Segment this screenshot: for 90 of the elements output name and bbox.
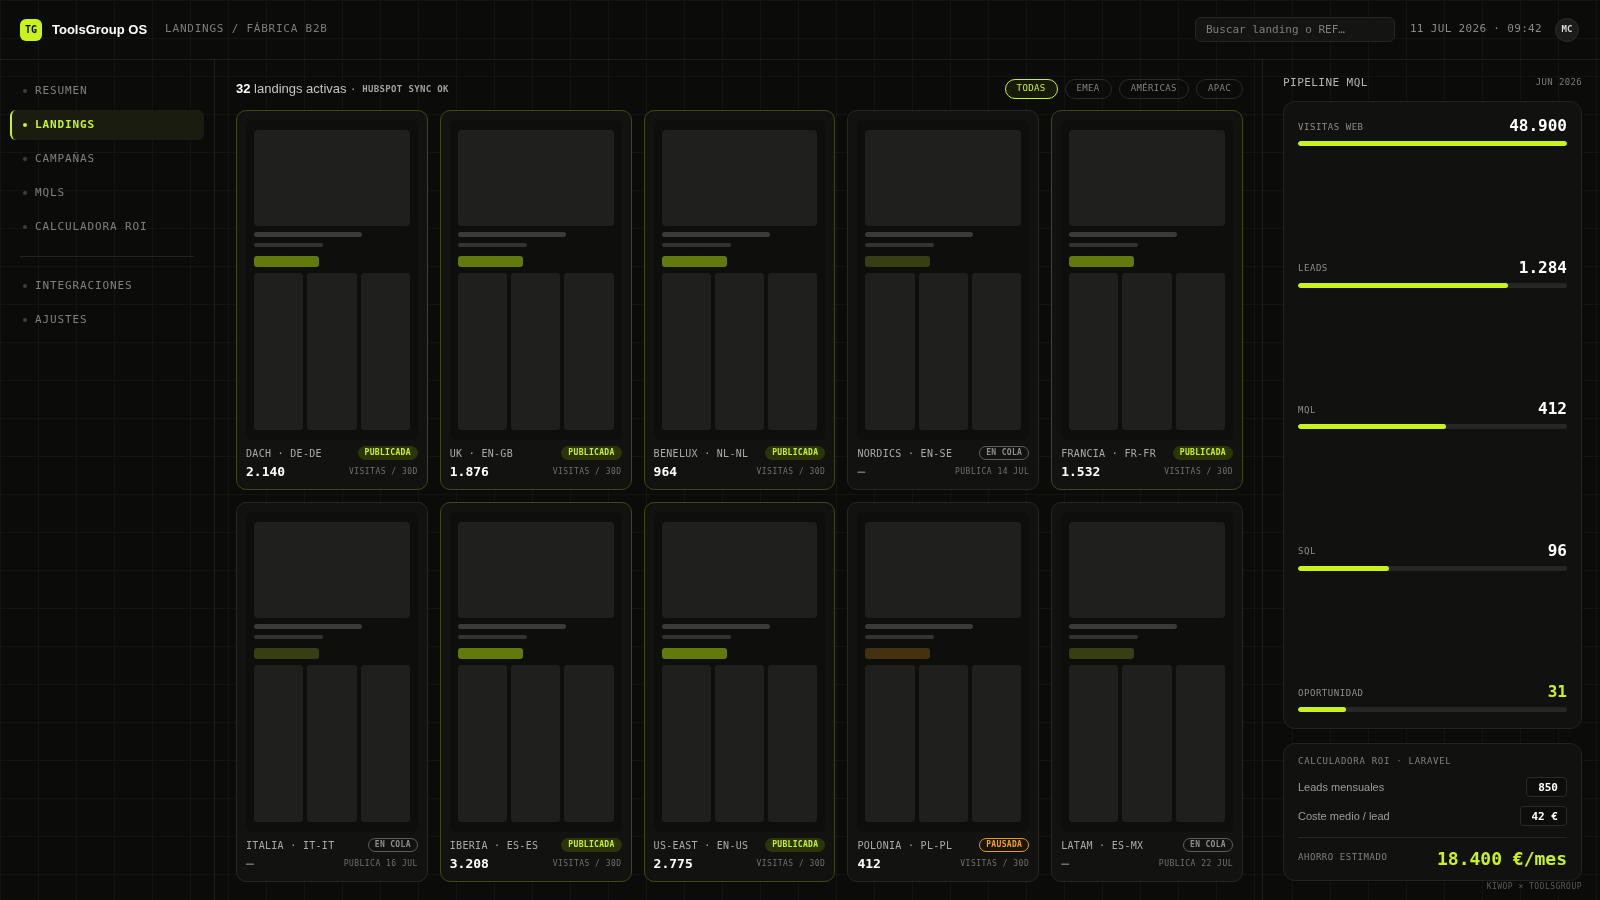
field-label: Coste medio / lead [1298, 808, 1390, 824]
status-badge: PUBLICADA [561, 838, 622, 852]
caption-text: PUBLICA 16 JUL [343, 858, 418, 870]
metric-value: 31 [1547, 682, 1567, 702]
value-input[interactable]: 42 € [1520, 806, 1567, 826]
metric-label: OPORTUNIDAD [1298, 686, 1364, 700]
landing-card[interactable]: DACH · DE-DE PUBLICADA 2.140 VISITAS / 30D [236, 110, 428, 490]
visits-value: 1.532 [1061, 463, 1101, 482]
sync-status: · HUBSPOT SYNC OK [350, 83, 449, 97]
nav-item[interactable]: CAMPAÑAS [10, 144, 204, 174]
bullet-icon [23, 225, 27, 229]
caption-text: VISITAS / 30D [552, 858, 622, 870]
status-badge: PUBLICADA [765, 838, 826, 852]
filter-chip[interactable]: TODAS [1004, 79, 1058, 99]
period-label: JUN 2026 [1535, 76, 1582, 90]
visits-value: 412 [857, 855, 881, 874]
footer-credit: KIWOP × TOOLSGROUP [1486, 882, 1582, 892]
landing-card[interactable]: LATAM · ES-MX EN COLA — PUBLICA 22 JUL [1051, 502, 1243, 882]
landing-card[interactable]: ITALIA · IT-IT EN COLA — PUBLICA 16 JUL [236, 502, 428, 882]
metric-label: MQL [1298, 403, 1316, 417]
bullet-icon [23, 284, 27, 288]
nav-item[interactable]: INTEGRACIONES [10, 271, 204, 301]
bullet-icon [23, 123, 27, 127]
caption-text: VISITAS / 30D [756, 466, 826, 478]
field-label: Leads mensuales [1298, 779, 1385, 795]
breadcrumb: LANDINGS / FÁBRICA B2B [165, 21, 328, 38]
brand-name: ToolsGroup OS [52, 20, 148, 39]
caption-text: PUBLICA 14 JUL [955, 466, 1030, 478]
region-label: DACH · DE-DE [246, 446, 322, 461]
app-logo: TG [20, 18, 42, 41]
bullet-icon [23, 318, 27, 322]
visits-value: 2.140 [246, 463, 286, 482]
status-badge: PUBLICADA [561, 446, 622, 460]
result-label: AHORRO ESTIMADO [1298, 851, 1388, 865]
visits-value: 3.208 [449, 855, 489, 874]
landing-card[interactable]: BENELUX · NL-NL PUBLICADA 964 VISITAS / 30D [643, 110, 836, 490]
visits-value: 964 [653, 463, 678, 482]
visits-value: 2.775 [653, 855, 693, 874]
landing-card[interactable]: POLONIA · PL-PL PAUSADA 412 VISITAS / 30D [847, 502, 1040, 882]
caption-text: VISITAS / 30D [960, 858, 1030, 870]
region-label: NORDICS · EN-SE [857, 446, 953, 461]
value-input[interactable]: 850 [1526, 777, 1567, 797]
visits-value: 1.876 [449, 463, 489, 482]
status-badge: PUBLICADA [357, 446, 418, 460]
caption-text: VISITAS / 30D [348, 466, 418, 478]
user-avatar[interactable]: MC [1555, 17, 1579, 42]
nav-item[interactable]: AJUSTES [10, 305, 204, 335]
metric-value: 48.900 [1509, 116, 1567, 136]
metric-label: VISITAS WEB [1298, 120, 1364, 134]
date-time: 11 JUL 2026 · 09:42 [1409, 21, 1542, 38]
metric-label: SQL [1298, 545, 1316, 558]
region-label: POLONIA · PL-PL [857, 838, 953, 853]
landing-card[interactable]: US-EAST · EN-US PUBLICADA 2.775 VISITAS / 30D [643, 502, 836, 882]
status-badge: PAUSADA [979, 838, 1030, 852]
visits-value: — [857, 463, 866, 482]
panel-title: PIPELINE MQL [1283, 74, 1368, 91]
bullet-icon [23, 89, 27, 93]
region-label: UK · EN-GB [449, 446, 513, 461]
region-label: IBERIA · ES-ES [449, 838, 539, 853]
summary-text: 32 landings activas [236, 80, 347, 99]
region-label: US-EAST · EN-US [653, 838, 749, 853]
metric-value: 1.284 [1518, 257, 1567, 278]
nav-item[interactable]: LANDINGS [10, 110, 204, 140]
status-badge: PUBLICADA [1172, 446, 1233, 460]
caption-text: VISITAS / 30D [1164, 466, 1233, 478]
caption-text: VISITAS / 30D [756, 858, 826, 870]
nav-item[interactable]: RESUMEN [10, 76, 204, 106]
nav-item[interactable]: MQLS [10, 178, 204, 208]
region-label: LATAM · ES-MX [1061, 838, 1144, 853]
landing-card[interactable]: FRANCIA · FR-FR PUBLICADA 1.532 VISITAS / 30D [1051, 110, 1243, 490]
landing-card[interactable]: NORDICS · EN-SE EN COLA — PUBLICA 14 JUL [847, 110, 1040, 490]
bullet-icon [23, 157, 27, 161]
bullet-icon [23, 191, 27, 195]
landing-card[interactable]: UK · EN-GB PUBLICADA 1.876 VISITAS / 30D [439, 110, 632, 490]
search-field[interactable]: Buscar landing o REF… [1194, 17, 1395, 42]
metric-label: LEADS [1298, 262, 1328, 275]
visits-value: — [1061, 855, 1069, 874]
result-value: 18.400 €/mes [1436, 846, 1567, 871]
metric-value: 96 [1547, 540, 1567, 561]
region-label: BENELUX · NL-NL [653, 446, 749, 461]
status-badge: PUBLICADA [765, 446, 826, 460]
region-label: ITALIA · IT-IT [246, 838, 335, 853]
nav-item[interactable]: CALCULADORA ROI [10, 212, 204, 242]
visits-value: — [246, 855, 254, 874]
region-label: FRANCIA · FR-FR [1061, 446, 1156, 461]
metric-value: 412 [1538, 399, 1567, 419]
card-title: CALCULADORA ROI · LARAVEL [1298, 755, 1453, 767]
caption-text: VISITAS / 30D [552, 466, 622, 478]
caption-text: PUBLICA 22 JUL [1158, 858, 1233, 870]
landing-card[interactable]: IBERIA · ES-ES PUBLICADA 3.208 VISITAS / 30D [439, 502, 632, 882]
